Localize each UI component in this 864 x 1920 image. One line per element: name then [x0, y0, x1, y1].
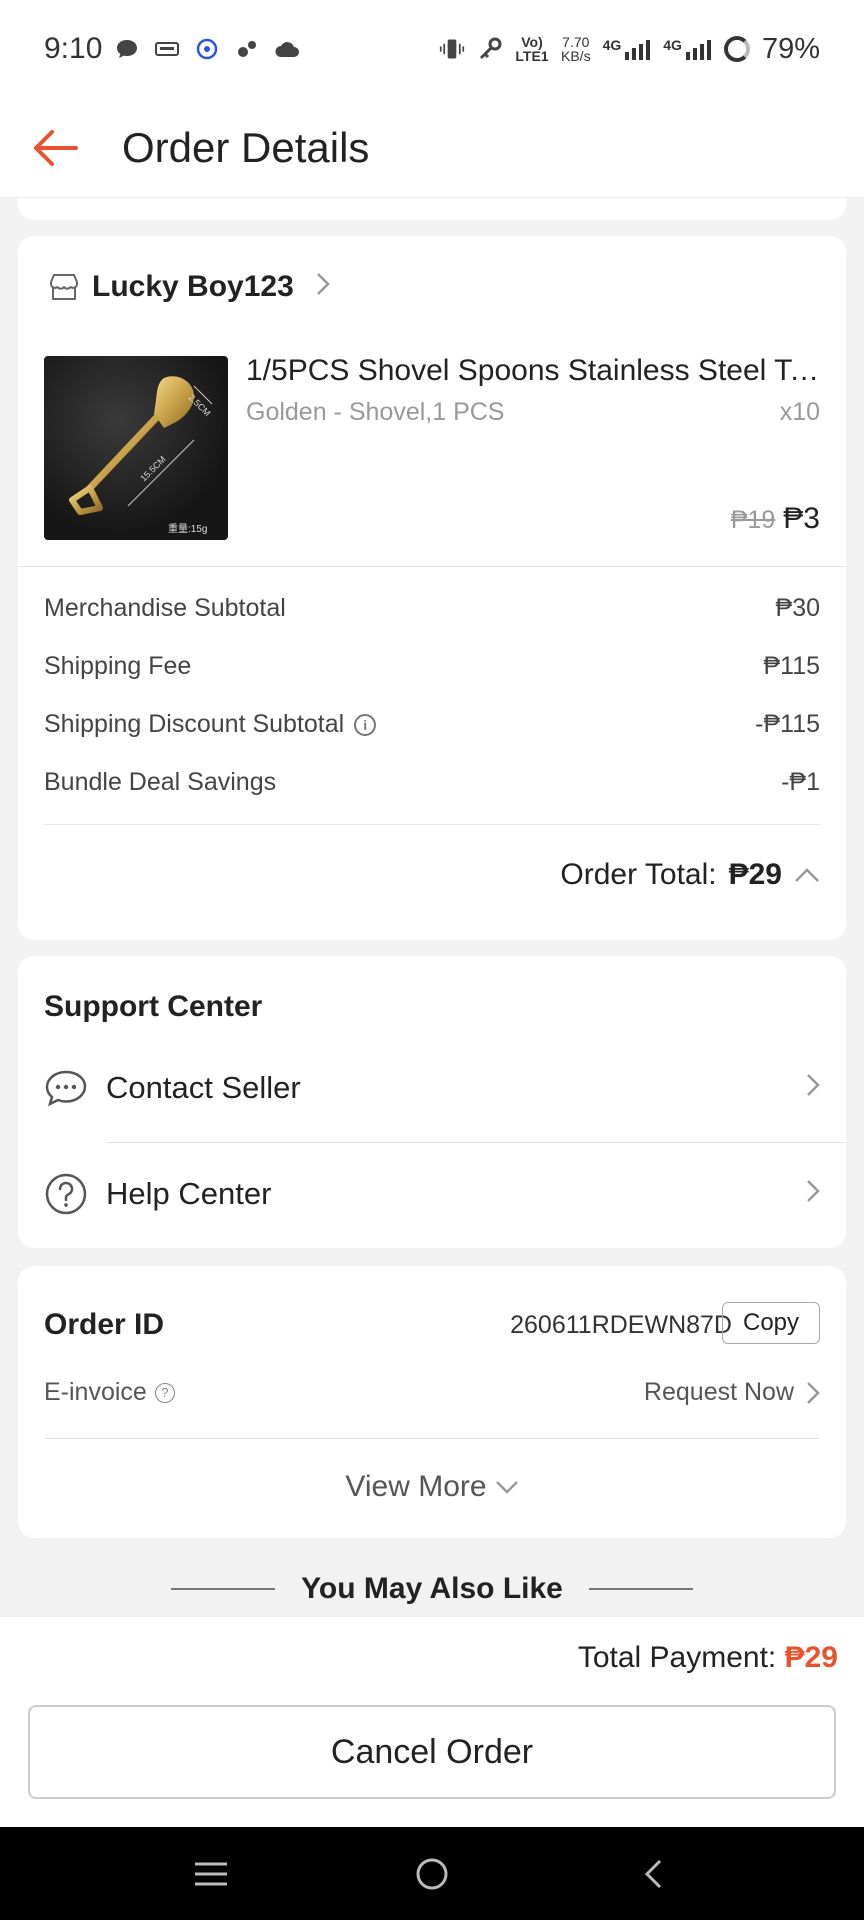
summary-row-shipping-discount: Shipping Discount Subtotal i -₱115: [44, 710, 820, 739]
divider: [18, 566, 846, 567]
price-current: ₱3: [783, 502, 820, 535]
net-speed-unit: KB/s: [561, 48, 591, 64]
order-total-label: Order Total:: [560, 858, 717, 891]
recommendations-title: You May Also Like: [301, 1572, 563, 1605]
copy-button[interactable]: Copy: [722, 1302, 820, 1344]
summary-label: Bundle Deal Savings: [44, 768, 277, 796]
vpn-icon: [194, 38, 220, 60]
order-total[interactable]: Order Total: ₱29: [560, 858, 820, 892]
recommendations-header: You May Also Like: [0, 1572, 864, 1606]
summary-label: Shipping Discount Subtotal: [44, 710, 345, 738]
chevron-left-icon: [645, 1859, 662, 1888]
shop-icon: [50, 274, 78, 300]
recent-apps-button[interactable]: [181, 1844, 241, 1904]
request-now-label: Request Now: [643, 1378, 794, 1406]
chevron-right-icon: [806, 1177, 820, 1211]
einvoice-row[interactable]: E-invoice ? Request Now: [44, 1378, 820, 1407]
image-label-weight: 重量:15g: [168, 522, 207, 535]
summary-row-shipping: Shipping Fee ₱115: [44, 652, 820, 681]
contact-seller-label: Contact Seller: [106, 1070, 301, 1105]
chevron-up-icon: [795, 868, 819, 882]
volte-indicator: Vo) LTE1: [515, 34, 549, 64]
view-more-label: View More: [345, 1470, 487, 1503]
shop-header[interactable]: Lucky Boy123: [48, 270, 330, 304]
signal-1-icon: 4G: [603, 38, 652, 60]
divider: [588, 1588, 693, 1590]
support-center-card: Support Center Contact Seller Help Cente…: [18, 956, 846, 1248]
product-variant: Golden - Shovel,1 PCS: [246, 398, 505, 426]
order-id-value: 260611RDEWN87D: [510, 1311, 732, 1339]
back-button[interactable]: [0, 98, 110, 198]
support-center-title: Support Center: [44, 990, 263, 1023]
product-image[interactable]: 2.5CM 15.5CM 重量:15g: [44, 356, 228, 540]
divider: [44, 1438, 820, 1439]
einvoice-label: E-invoice: [44, 1378, 147, 1406]
order-total-value: ₱29: [728, 858, 782, 891]
summary-label: Shipping Fee: [44, 652, 192, 680]
chevron-right-icon: [806, 1071, 820, 1105]
product-quantity: x10: [779, 398, 820, 426]
product-price: ₱19 ₱3: [731, 502, 820, 536]
divider: [106, 1142, 846, 1143]
system-back-button[interactable]: [623, 1844, 683, 1904]
total-payment-value: ₱29: [784, 1641, 838, 1674]
summary-label: Merchandise Subtotal: [44, 594, 286, 622]
summary-value: ₱30: [775, 594, 820, 622]
order-items-card: Lucky Boy123 2.5CM 15.5CM 重量:15g 1/5PCS …: [18, 236, 846, 940]
price-original: ₱19: [730, 506, 776, 534]
help-center-row[interactable]: Help Center: [44, 1154, 820, 1234]
battery-icon: [723, 36, 750, 62]
image-label-length: 15.5CM: [138, 454, 167, 483]
divider: [171, 1588, 276, 1590]
status-time: 9:10: [44, 32, 103, 65]
signal-2-icon: 4G: [663, 38, 712, 60]
view-more-button[interactable]: View More: [18, 1470, 846, 1504]
vibrate-icon: [439, 38, 465, 60]
total-payment-label: Total Payment:: [577, 1641, 777, 1674]
help-center-label: Help Center: [106, 1176, 272, 1211]
settings-gears-icon: [234, 38, 260, 60]
cloud-icon: [274, 38, 300, 60]
summary-value: -₱1: [781, 768, 820, 796]
shovel-spoon-image: 2.5CM 15.5CM 重量:15g: [69, 376, 212, 535]
summary-row-merchandise: Merchandise Subtotal ₱30: [44, 594, 820, 623]
arrow-left-icon: [34, 129, 78, 166]
net-speed: 7.70 KB/s: [561, 35, 591, 63]
summary-row-bundle-savings: Bundle Deal Savings -₱1: [44, 768, 820, 797]
chevron-down-icon: [495, 1481, 518, 1494]
chevron-right-icon: [316, 270, 330, 304]
bottom-action-bar: Total Payment: ₱29 Cancel Order: [0, 1617, 864, 1827]
status-bar: 9:10 Vo) LTE1 7.70 KB/s 4G 4G 79%: [0, 0, 864, 98]
net-speed-value: 7.70: [562, 34, 590, 50]
summary-value: ₱115: [763, 652, 820, 680]
info-icon[interactable]: i: [354, 713, 377, 736]
chat-icon: [45, 1070, 87, 1107]
key-icon: [477, 37, 503, 60]
total-payment: Total Payment: ₱29: [578, 1641, 838, 1675]
product-title[interactable]: 1/5PCS Shovel Spoons Stainless Steel Tea…: [246, 354, 821, 388]
order-id-label: Order ID: [44, 1308, 165, 1341]
summary-value: -₱115: [755, 710, 820, 738]
divider: [44, 824, 820, 825]
system-nav-bar: [0, 1827, 864, 1920]
chevron-right-icon: [807, 1381, 820, 1404]
page-title: Order Details: [122, 123, 370, 171]
system-status-icons: Vo) LTE1 7.70 KB/s 4G 4G 79%: [439, 33, 820, 66]
home-circle-icon: [416, 1858, 448, 1889]
shop-name: Lucky Boy123: [92, 270, 294, 303]
notification-icons: [114, 38, 300, 60]
home-button[interactable]: [402, 1844, 462, 1904]
previous-card-edge: [18, 198, 846, 220]
question-icon[interactable]: ?: [154, 1382, 175, 1403]
help-circle-icon: [45, 1173, 87, 1215]
menu-icon: [194, 1862, 227, 1885]
order-info-card: Order ID 260611RDEWN87D Copy E-invoice ?…: [18, 1266, 846, 1538]
chat-bubble-icon: [114, 38, 140, 60]
battery-percent: 79%: [761, 32, 820, 65]
app-header: Order Details: [0, 98, 864, 198]
cancel-order-button[interactable]: Cancel Order: [28, 1705, 836, 1799]
contact-seller-row[interactable]: Contact Seller: [44, 1048, 820, 1128]
keyboard-icon: [154, 38, 180, 60]
